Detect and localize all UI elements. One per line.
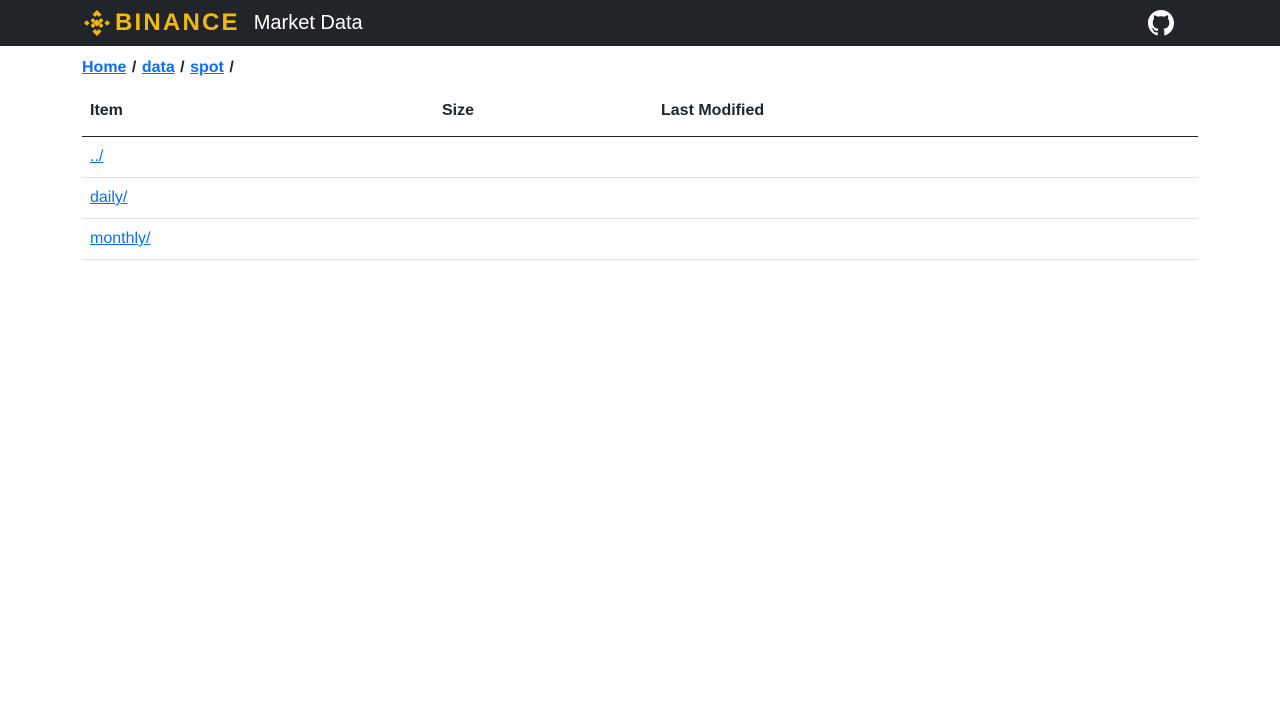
breadcrumb: Home / data / spot / [82, 58, 1198, 78]
column-header-item: Item [82, 96, 434, 137]
column-header-last-modified: Last Modified [653, 96, 1198, 137]
size-cell [434, 177, 653, 219]
breadcrumb-home-link[interactable]: Home [82, 59, 126, 76]
main-content: Home / data / spot / Item Size Last Modi… [82, 46, 1198, 260]
daily-folder-link[interactable]: daily/ [90, 189, 127, 206]
file-listing-table: Item Size Last Modified ../ daily/ month… [82, 96, 1198, 260]
breadcrumb-spot-link[interactable]: spot [190, 59, 224, 76]
github-icon [1148, 10, 1174, 36]
breadcrumb-separator: / [180, 59, 185, 76]
table-row: monthly/ [82, 218, 1198, 260]
logo-wordmark: BINANCE [115, 9, 240, 36]
breadcrumb-data-link[interactable]: data [142, 59, 175, 76]
size-cell [434, 136, 653, 178]
item-cell: monthly/ [82, 218, 434, 260]
item-cell: daily/ [82, 177, 434, 219]
parent-directory-link[interactable]: ../ [90, 148, 103, 165]
table-row: daily/ [82, 177, 1198, 219]
top-navbar: BINANCE Market Data [0, 0, 1280, 46]
last-modified-cell [653, 177, 1198, 219]
page-title: Market Data [253, 12, 363, 34]
breadcrumb-separator: / [229, 59, 234, 76]
item-cell: ../ [82, 136, 434, 178]
last-modified-cell [653, 136, 1198, 178]
size-cell [434, 218, 653, 260]
table-row: ../ [82, 136, 1198, 178]
monthly-folder-link[interactable]: monthly/ [90, 230, 150, 247]
brand-link[interactable]: BINANCE Market Data [82, 8, 363, 38]
github-link[interactable] [1148, 10, 1174, 36]
last-modified-cell [653, 218, 1198, 260]
binance-logo: BINANCE [82, 8, 240, 38]
navbar-inner: BINANCE Market Data [82, 0, 1198, 46]
breadcrumb-separator: / [131, 59, 137, 76]
table-header-row: Item Size Last Modified [82, 96, 1198, 137]
binance-logo-icon [84, 10, 110, 36]
column-header-size: Size [434, 96, 653, 137]
